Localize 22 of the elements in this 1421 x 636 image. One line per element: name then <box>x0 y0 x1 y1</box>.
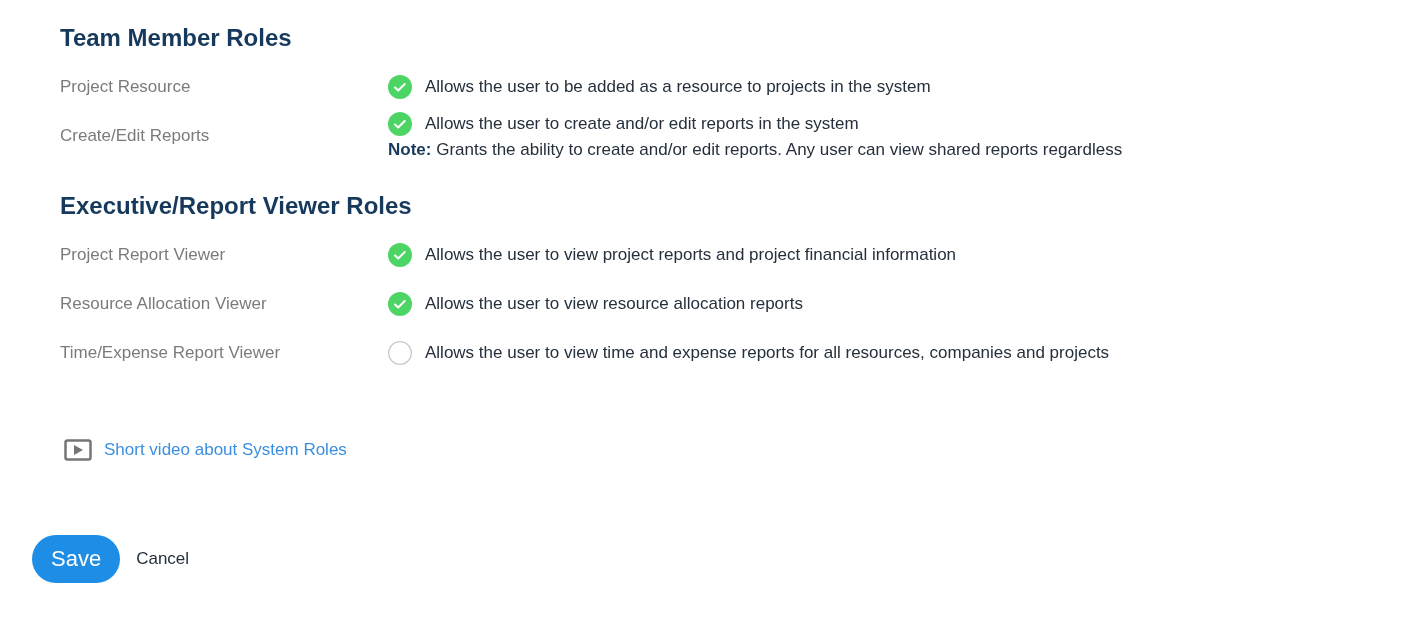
role-checkbox[interactable] <box>388 291 412 316</box>
role-checkbox[interactable] <box>388 340 412 365</box>
role-description: Allows the user to view project reports and project financial information <box>425 244 957 265</box>
role-label: Project Resource <box>60 76 192 97</box>
cancel-button[interactable]: Cancel <box>136 549 190 569</box>
save-button[interactable]: Save <box>32 535 121 583</box>
role-checkbox[interactable] <box>388 242 412 267</box>
role-description: Allows the user to view resource allocation reports <box>425 293 803 314</box>
role-checkbox[interactable] <box>388 74 412 99</box>
role-description: Allows the user to create and/or edit reports in the system <box>425 113 859 134</box>
section-heading: Executive/Report Viewer Roles <box>60 191 413 221</box>
video-play-icon[interactable] <box>64 439 92 461</box>
role-checkbox[interactable] <box>388 111 412 136</box>
video-link[interactable]: Short video about System Roles <box>104 440 347 460</box>
role-description: Allows the user to be added as a resource to projects in the system <box>425 76 931 97</box>
role-label: Project Report Viewer <box>60 244 227 265</box>
role-note: Note: Grants the ability to create and/or edit reports. Any user can view shared reports regardless <box>388 139 1124 160</box>
section-heading: Team Member Roles <box>60 23 293 53</box>
role-label: Time/Expense Report Viewer <box>60 342 282 363</box>
role-description: Allows the user to view time and expense reports for all resources, companies and projects <box>425 342 1110 363</box>
role-label: Create/Edit Reports <box>60 125 211 146</box>
role-label: Resource Allocation Viewer <box>60 293 268 314</box>
